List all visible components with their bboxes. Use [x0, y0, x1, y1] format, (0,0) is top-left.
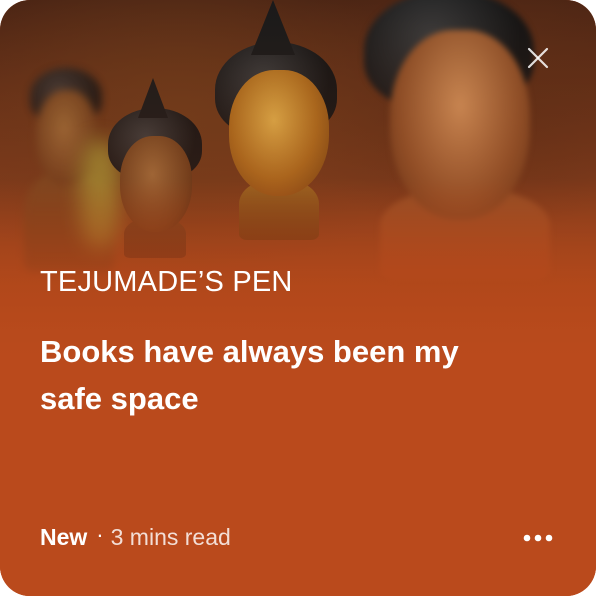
close-icon — [527, 47, 549, 69]
more-options-button[interactable] — [520, 528, 556, 548]
new-badge: New — [40, 524, 88, 550]
article-title-line-1: Books have always been my — [40, 334, 459, 369]
meta-separator: · — [96, 521, 104, 547]
read-time: 3 mins read — [110, 524, 231, 550]
close-button[interactable] — [524, 44, 552, 72]
article-title[interactable]: Books have always been my safe space — [40, 328, 520, 422]
article-card[interactable]: TEJUMADE’S PEN Books have always been my… — [0, 0, 596, 596]
article-title-line-2: safe space — [40, 381, 199, 416]
publication-name: TEJUMADE’S PEN — [40, 266, 293, 298]
more-options-icon — [523, 534, 553, 542]
article-meta: New · 3 mins read — [40, 521, 231, 551]
